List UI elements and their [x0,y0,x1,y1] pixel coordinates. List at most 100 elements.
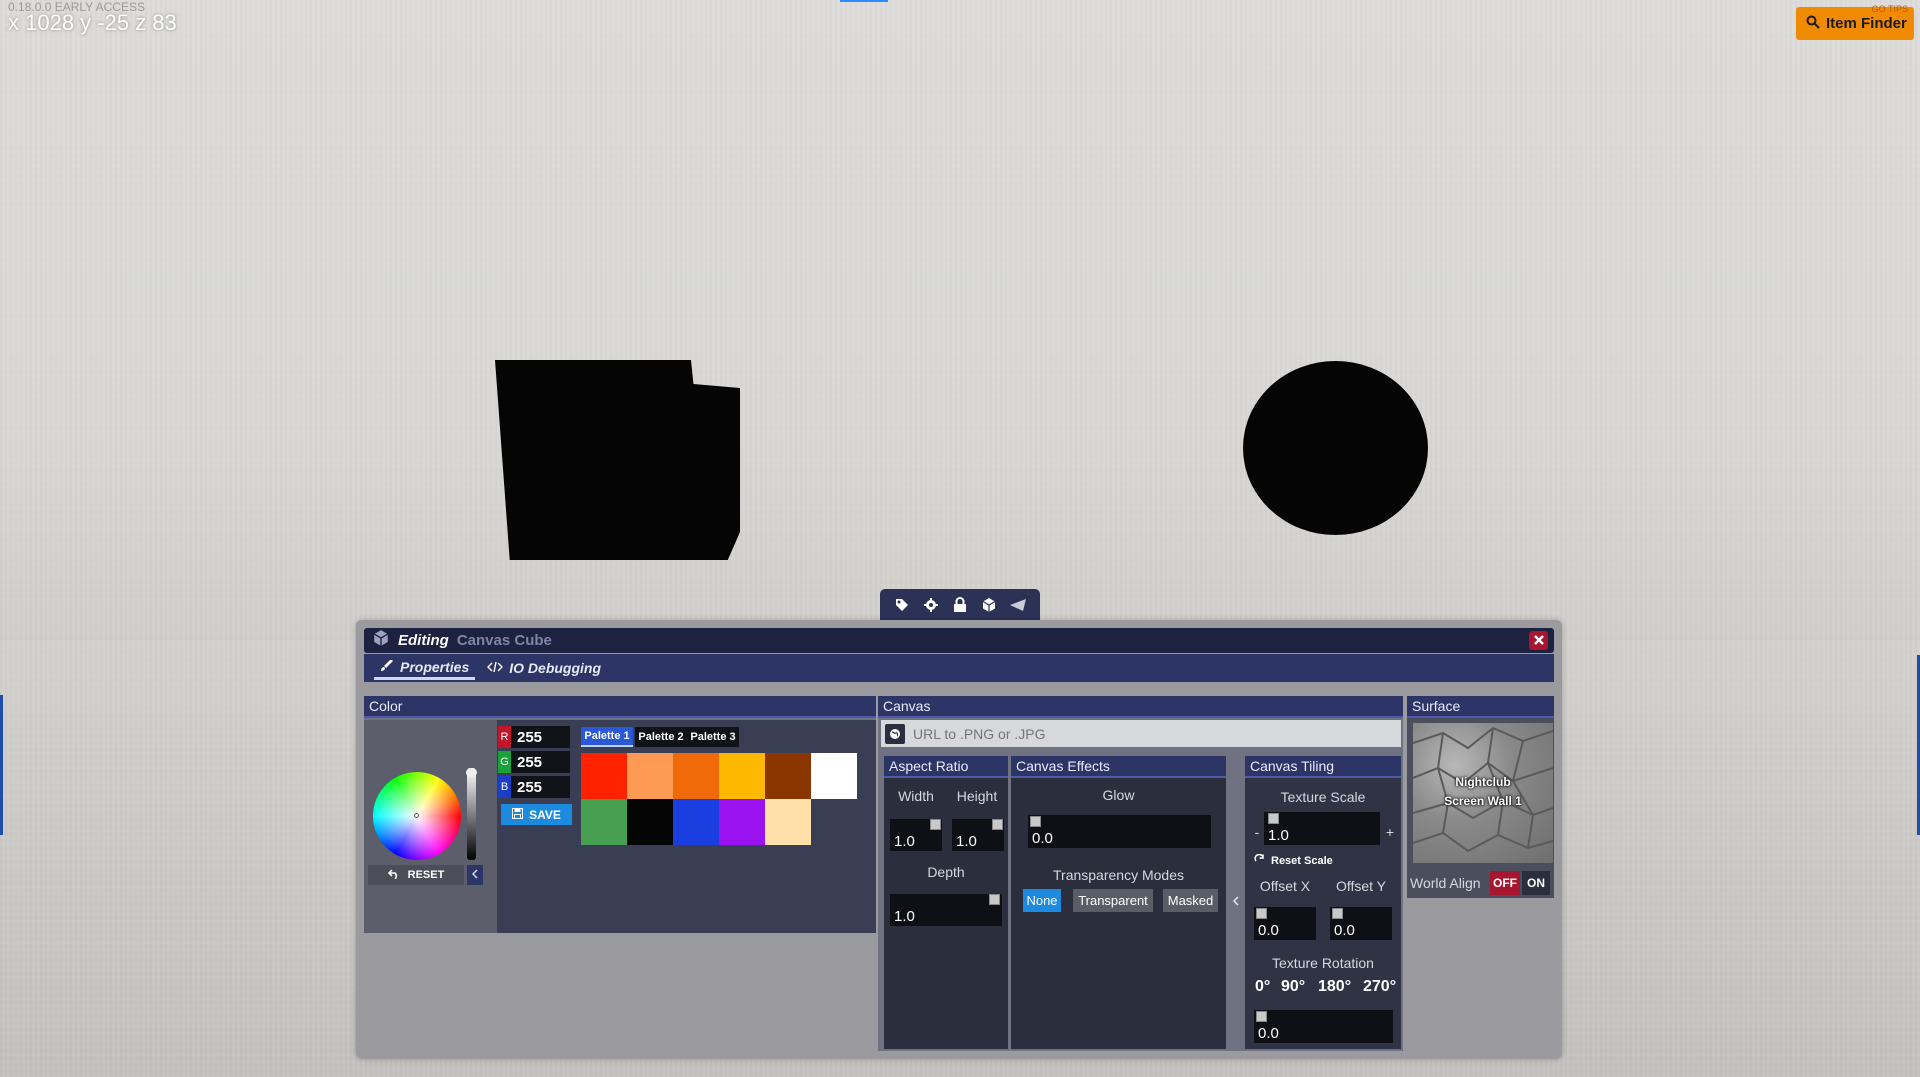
blue-channel-label: B [498,776,511,798]
glow-slider-handle[interactable] [1030,816,1041,827]
surface-preview[interactable]: Nightclub Screen Wall 1 [1413,723,1553,863]
world-align-off-button[interactable]: OFF [1490,871,1520,895]
width-label: Width [898,788,934,804]
depth-field[interactable]: 1.0 [890,894,1002,926]
texture-rotation-slider-handle[interactable] [1256,1011,1267,1022]
url-input[interactable] [913,725,1383,742]
tab-io-debugging[interactable]: IO Debugging [481,656,607,680]
canvas-panel-title: Canvas [878,696,1403,718]
palette-swatch[interactable] [673,753,719,799]
surface-panel-title: Surface [1407,696,1554,718]
editor-titlebar: Editing Canvas Cube [364,628,1554,653]
height-value: 1.0 [956,833,977,850]
palette-swatch[interactable] [627,753,673,799]
editing-label: Editing [398,632,449,649]
item-finder-label: Item Finder [1826,15,1907,32]
palette-swatch[interactable] [719,753,765,799]
color-wheel[interactable] [373,772,461,860]
green-value: 255 [517,753,543,771]
texture-rotation-field[interactable]: 0.0 [1254,1010,1393,1043]
offset-y-slider-handle[interactable] [1332,908,1343,919]
palette-swatch[interactable] [765,753,811,799]
brightness-slider[interactable] [466,768,477,860]
rotation-180-button[interactable]: 180° [1318,978,1351,996]
palette-tab-3[interactable]: Palette 3 [687,727,739,747]
depth-label: Depth [927,864,965,880]
tab-io-debugging-label: IO Debugging [509,660,602,676]
refresh-icon [1254,853,1265,868]
mode-transparent-button[interactable]: Transparent [1073,889,1153,912]
texture-scale-slider-handle[interactable] [1268,813,1279,824]
go-tips-label: GO TIPS [1871,4,1908,14]
depth-slider-handle[interactable] [989,894,1000,905]
reset-color-button[interactable]: RESET [368,865,464,885]
color-panel-title: Color [364,696,876,718]
blue-channel-field[interactable]: B 255 [498,776,570,798]
texture-rotation-label: Texture Rotation [1272,955,1374,971]
palette-swatch[interactable] [673,799,719,845]
offset-x-slider-handle[interactable] [1256,908,1267,919]
gear-icon[interactable] [920,594,942,616]
lock-icon[interactable] [949,594,971,616]
collapse-color-button[interactable] [467,865,483,885]
glow-field[interactable]: 0.0 [1028,815,1211,848]
rotation-0-button[interactable]: 0° [1255,978,1270,996]
save-color-button[interactable]: SAVE [501,804,572,825]
undo-icon [387,868,400,882]
chevron-left-icon [471,866,478,884]
mode-masked-button[interactable]: Masked [1163,889,1218,912]
aspect-ratio-title: Aspect Ratio [884,756,1008,778]
texture-scale-value: 1.0 [1268,827,1289,844]
object-name-label: Canvas Cube [456,632,552,649]
texture-scale-field[interactable]: 1.0 [1264,812,1380,845]
url-field[interactable] [881,720,1401,747]
offset-x-value: 0.0 [1258,922,1279,939]
red-value: 255 [517,728,543,746]
palette-swatch[interactable] [765,799,811,845]
rotation-90-button[interactable]: 90° [1281,978,1305,996]
red-channel-field[interactable]: R 255 [498,726,570,748]
palette-swatch[interactable] [719,799,765,845]
object-toolbar [880,589,1040,621]
tab-properties[interactable]: Properties [374,656,476,680]
offset-x-label: Offset X [1259,878,1311,894]
sphere-object[interactable] [1243,361,1428,535]
palette-swatch[interactable] [627,799,673,845]
search-icon [1806,15,1820,33]
height-label: Height [956,788,998,804]
offset-y-label: Offset Y [1335,878,1387,894]
green-channel-field[interactable]: G 255 [498,751,570,773]
palette-swatch[interactable] [581,753,627,799]
item-finder-button[interactable]: Item Finder GO TIPS [1796,4,1914,40]
world-align-on-button[interactable]: ON [1522,871,1550,895]
tag-icon[interactable] [891,594,913,616]
width-slider-handle[interactable] [930,819,941,830]
globe-icon [885,723,905,744]
texture-rotation-value: 0.0 [1258,1025,1279,1042]
green-channel-label: G [498,751,511,773]
palette-tab-1[interactable]: Palette 1 [581,727,633,747]
height-slider-handle[interactable] [992,819,1003,830]
editor-tabbar: Properties IO Debugging [364,654,1554,682]
brightness-slider-handle[interactable] [466,768,477,777]
scale-plus-button[interactable]: + [1384,824,1396,840]
mode-none-button[interactable]: None [1023,889,1061,912]
color-picker-cursor[interactable] [414,813,419,818]
collapse-effects-button[interactable] [1229,893,1243,911]
world-align-label: World Align [1410,875,1481,891]
blue-value: 255 [517,778,543,796]
close-button[interactable] [1529,631,1548,650]
save-label: SAVE [529,807,561,822]
rotation-270-button[interactable]: 270° [1363,978,1396,996]
reset-scale-button[interactable]: Reset Scale [1254,853,1333,869]
cube-icon [372,629,390,652]
reset-label: RESET [407,869,445,881]
palette-swatch[interactable] [811,753,857,799]
scale-minus-button[interactable]: - [1252,824,1262,840]
canvas-cube-object[interactable] [495,360,740,560]
palette-swatch[interactable] [581,799,627,845]
send-icon[interactable] [1007,594,1029,616]
canvas-effects-title: Canvas Effects [1011,756,1226,778]
cube-icon[interactable] [978,594,1000,616]
palette-tab-2[interactable]: Palette 2 [635,727,687,747]
